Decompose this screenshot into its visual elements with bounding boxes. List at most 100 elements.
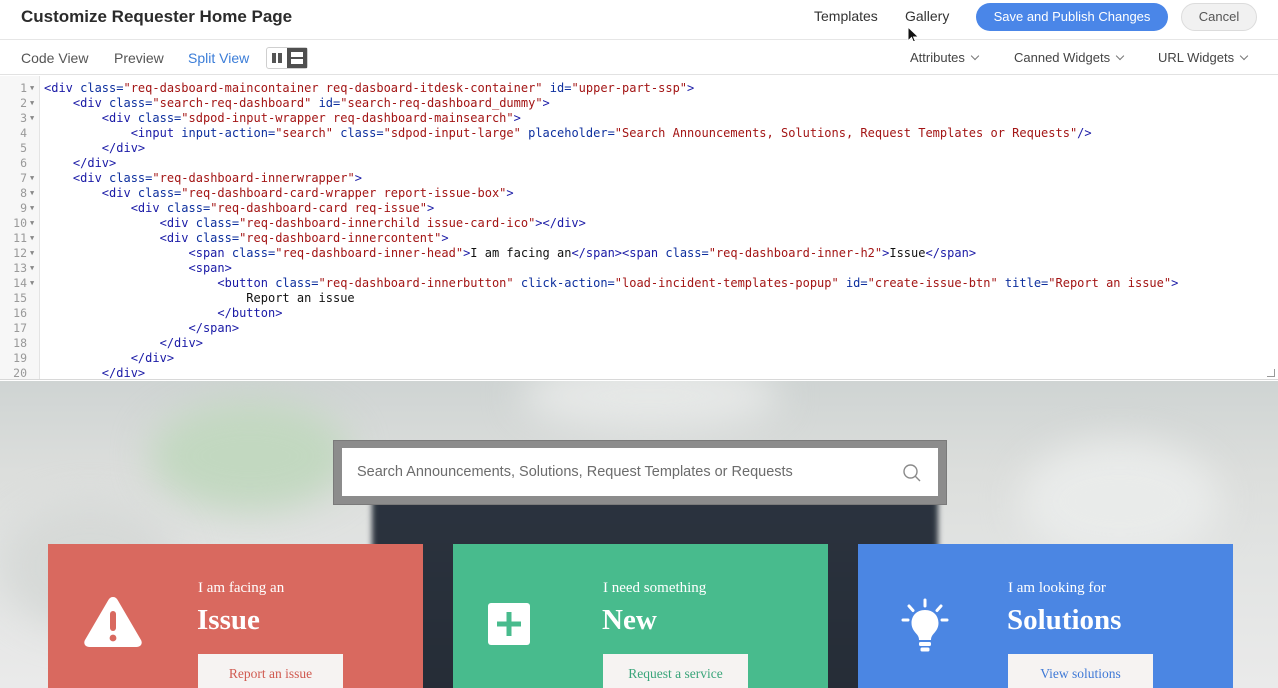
request-service-button[interactable]: Request a service bbox=[603, 654, 748, 688]
background-blur bbox=[150, 401, 350, 511]
code-token: class= bbox=[109, 171, 153, 185]
fold-arrow-icon[interactable]: ▼ bbox=[30, 81, 34, 96]
vertical-split-icon[interactable] bbox=[267, 48, 287, 68]
code-token: class= bbox=[80, 81, 124, 95]
code-line[interactable]: 1 ▼ <div class="req-dasboard-maincontainer… bbox=[0, 81, 1278, 96]
url-widgets-dropdown-label: URL Widgets bbox=[1158, 50, 1235, 65]
code-token: class= bbox=[195, 216, 240, 230]
save-and-publish-button[interactable]: Save and Publish Changes bbox=[976, 3, 1168, 31]
search-input[interactable] bbox=[342, 448, 938, 496]
fold-arrow-icon[interactable]: ▼ bbox=[30, 186, 34, 201]
line-number: 14 bbox=[13, 276, 27, 290]
code-line[interactable]: 13 ▼ <span> bbox=[0, 261, 1278, 276]
code-line[interactable]: 18 </div> bbox=[0, 336, 1278, 351]
code-token: placeholder= bbox=[528, 126, 615, 140]
search-icon[interactable] bbox=[902, 463, 922, 483]
fold-arrow-icon[interactable]: ▼ bbox=[30, 246, 34, 261]
code-line[interactable]: 8 ▼ <div class="req-dashboard-card-wrappe… bbox=[0, 186, 1278, 201]
view-toolbar: Code View Preview Split View Attributes … bbox=[0, 41, 1278, 75]
tab-code-view[interactable]: Code View bbox=[21, 50, 88, 66]
code-token: </div> bbox=[101, 141, 146, 155]
split-layout-toggle[interactable] bbox=[266, 47, 308, 69]
fold-arrow-icon[interactable]: ▼ bbox=[30, 96, 34, 111]
code-text: <div class="req-dashboard-card req-issue… bbox=[44, 201, 434, 216]
code-token: </span> bbox=[188, 321, 240, 335]
fold-arrow-icon[interactable]: ▼ bbox=[30, 231, 34, 246]
solutions-card: I am looking for Solutions View solution… bbox=[858, 544, 1233, 688]
code-token: </button> bbox=[217, 306, 283, 320]
tab-preview[interactable]: Preview bbox=[114, 50, 164, 66]
code-editor[interactable]: 1 ▼ <div class="req-dasboard-maincontainer… bbox=[0, 76, 1278, 380]
code-token: <div bbox=[72, 171, 110, 185]
fold-arrow-icon[interactable]: ▼ bbox=[30, 111, 34, 126]
code-token: <span bbox=[188, 246, 232, 260]
lightbulb-icon bbox=[901, 598, 949, 652]
code-token: <div bbox=[44, 81, 81, 95]
attributes-dropdown[interactable]: Attributes bbox=[910, 50, 980, 66]
code-token: </span><span bbox=[571, 246, 666, 260]
card-heading: New bbox=[602, 604, 657, 636]
code-token: class= bbox=[275, 276, 319, 290]
gallery-link[interactable]: Gallery bbox=[905, 8, 949, 24]
fold-arrow-icon[interactable]: ▼ bbox=[30, 261, 34, 276]
view-solutions-button[interactable]: View solutions bbox=[1008, 654, 1153, 688]
code-line[interactable]: 15 Report an issue bbox=[0, 291, 1278, 306]
line-number: 18 bbox=[13, 336, 27, 350]
code-line[interactable]: 17 </span> bbox=[0, 321, 1278, 336]
code-line[interactable]: 20 </div> bbox=[0, 366, 1278, 379]
line-number: 13 bbox=[13, 261, 27, 275]
code-text: <div class="req-dasboard-maincontainer r… bbox=[44, 81, 694, 96]
report-issue-button[interactable]: Report an issue bbox=[198, 654, 343, 688]
code-line[interactable]: 12 ▼ <span class="req-dashboard-inner-hea… bbox=[0, 246, 1278, 261]
line-number: 8 bbox=[20, 186, 27, 200]
line-number: 3 bbox=[20, 111, 27, 125]
code-token: Issue bbox=[889, 246, 926, 260]
code-token: "search-req-dashboard_dummy" bbox=[340, 96, 543, 110]
code-text: <div class="req-dashboard-innerwrapper"> bbox=[44, 171, 362, 186]
attributes-dropdown-label: Attributes bbox=[910, 50, 965, 65]
code-line[interactable]: 10 ▼ <div class="req-dashboard-innerchild… bbox=[0, 216, 1278, 231]
code-line[interactable]: 6 </div> bbox=[0, 156, 1278, 171]
code-line[interactable]: 11 ▼ <div class="req-dashboard-innerconte… bbox=[0, 231, 1278, 246]
templates-link[interactable]: Templates bbox=[814, 8, 878, 24]
code-token: <div bbox=[159, 231, 196, 245]
code-token: "search-req-dashboard" bbox=[152, 96, 319, 110]
line-number: 4 bbox=[20, 126, 27, 140]
chevron-down-icon bbox=[1239, 51, 1249, 61]
code-line[interactable]: 9 ▼ <div class="req-dashboard-card req-is… bbox=[0, 201, 1278, 216]
code-line[interactable]: 4 <input input-action="search" class="sd… bbox=[0, 126, 1278, 141]
code-line[interactable]: 16 </button> bbox=[0, 306, 1278, 321]
line-number: 19 bbox=[13, 351, 27, 365]
tab-split-view[interactable]: Split View bbox=[188, 50, 249, 66]
code-token: "req-dashboard-inner-head" bbox=[275, 246, 464, 260]
fold-arrow-icon[interactable]: ▼ bbox=[30, 216, 34, 231]
fold-arrow-icon[interactable]: ▼ bbox=[30, 171, 34, 186]
horizontal-split-icon[interactable] bbox=[287, 48, 307, 68]
code-line[interactable]: 2 ▼ <div class="search-req-dashboard" id=… bbox=[0, 96, 1278, 111]
code-line[interactable]: 5 </div> bbox=[0, 141, 1278, 156]
url-widgets-dropdown[interactable]: URL Widgets bbox=[1158, 50, 1249, 66]
line-number: 7 bbox=[20, 171, 27, 185]
cancel-button[interactable]: Cancel bbox=[1181, 3, 1257, 31]
code-line[interactable]: 14 ▼ <button class="req-dashboard-innerbu… bbox=[0, 276, 1278, 291]
code-token: > bbox=[513, 111, 521, 125]
preview-pane: I am facing an Issue Report an issue I n… bbox=[0, 381, 1278, 688]
canned-widgets-dropdown[interactable]: Canned Widgets bbox=[1014, 50, 1125, 66]
code-text: </div> bbox=[44, 156, 116, 171]
code-line[interactable]: 19 </div> bbox=[0, 351, 1278, 366]
code-token: > bbox=[441, 231, 449, 245]
code-token: > bbox=[354, 171, 362, 185]
code-token: "sdpod-input-wrapper req-dashboard-mains… bbox=[181, 111, 514, 125]
fold-arrow-icon[interactable]: ▼ bbox=[30, 201, 34, 216]
code-line[interactable]: 3 ▼ <div class="sdpod-input-wrapper req-d… bbox=[0, 111, 1278, 126]
code-token: <span> bbox=[188, 261, 232, 275]
code-token: class= bbox=[137, 186, 182, 200]
fold-arrow-icon[interactable]: ▼ bbox=[30, 276, 34, 291]
code-line[interactable]: 7 ▼ <div class="req-dashboard-innerwrappe… bbox=[0, 171, 1278, 186]
code-token: "upper-part-ssp" bbox=[571, 81, 688, 95]
